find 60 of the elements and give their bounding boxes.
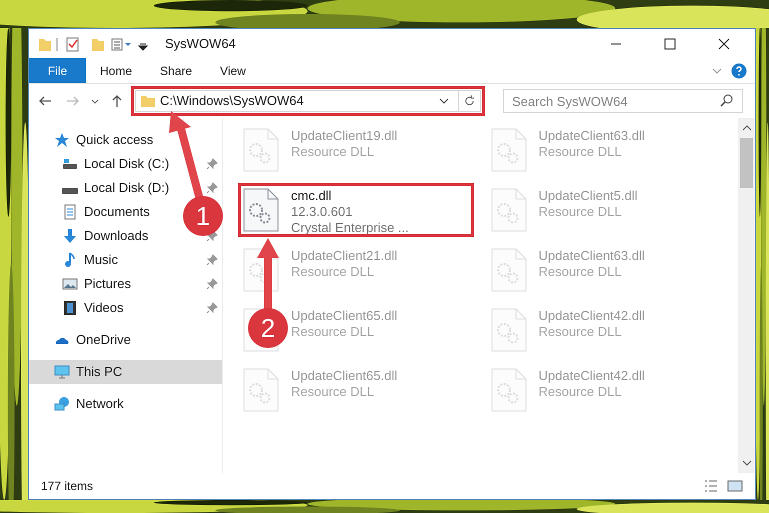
file-detail: Resource DLL [538, 264, 623, 280]
drive-icon [62, 188, 78, 194]
help-icon[interactable] [731, 62, 747, 78]
down-arrow-icon [62, 228, 78, 244]
document-icon [62, 204, 78, 220]
file-name[interactable]: cmc.dll [291, 188, 409, 204]
file-detail: Resource DLL [538, 144, 623, 160]
gear-file-icon [243, 368, 279, 412]
picture-icon [62, 276, 78, 292]
gear-file-icon [490, 308, 526, 352]
file-detail: Resource DLL [291, 264, 376, 280]
gear-file-icon [490, 368, 526, 412]
gear-file-icon [490, 188, 526, 232]
gear-file-icon [243, 128, 279, 172]
pin-icon[interactable] [206, 278, 218, 290]
folder-icon [140, 93, 156, 109]
star-icon [54, 132, 70, 148]
gear-file-icon [490, 128, 526, 172]
file-detail: Resource DLL [538, 324, 623, 340]
file-detail: Resource DLL [538, 384, 623, 400]
nav-item[interactable]: This PC [29, 360, 222, 384]
nav-item[interactable]: Network [29, 392, 222, 416]
file-detail: Resource DLL [538, 204, 623, 220]
file-detail: 12.3.0.601 [291, 204, 354, 220]
item-count: 177 items [41, 478, 94, 495]
ribbon-tab[interactable]: Home [86, 58, 146, 83]
pin-icon[interactable] [206, 302, 218, 314]
search-icon[interactable] [719, 93, 735, 109]
search-field[interactable]: Search SysWOW64 [503, 89, 743, 113]
nav-item[interactable]: Downloads [62, 224, 148, 248]
monitor-icon [54, 364, 70, 380]
file-detail: Resource DLL [291, 384, 376, 400]
file-detail: Resource DLL [291, 324, 376, 340]
nav-item[interactable]: Local Disk (C:) [62, 152, 170, 176]
thumbnail-view-icon[interactable] [727, 478, 743, 494]
ribbon-tab[interactable]: Share [146, 58, 206, 83]
file-tab[interactable]: File [29, 58, 86, 83]
nav-item[interactable]: Documents [62, 200, 150, 224]
pin-icon[interactable] [206, 254, 218, 266]
gear-file-icon [490, 248, 526, 292]
network-icon [54, 396, 70, 412]
nav-item[interactable]: Music [62, 248, 118, 272]
file-detail: Resource DLL [291, 144, 376, 160]
gear-file-icon [243, 188, 279, 232]
file-detail: Crystal Enterprise ... [291, 220, 409, 236]
film-icon [62, 300, 78, 316]
nav-item[interactable]: Local Disk (D:) [62, 176, 170, 200]
drive-icon [62, 156, 78, 172]
nav-item[interactable]: Quick access [29, 128, 222, 152]
scroll-thumb[interactable] [740, 138, 753, 188]
details-view-icon[interactable] [703, 478, 719, 494]
window-title: SysWOW64 [165, 34, 236, 53]
nav-item[interactable]: Videos [62, 296, 124, 320]
nav-item[interactable]: OneDrive [29, 328, 222, 352]
nav-item[interactable]: Pictures [62, 272, 131, 296]
ribbon-tab[interactable]: View [206, 58, 260, 83]
address-path: C:\Windows\SysWOW64 [160, 92, 304, 110]
pin-icon[interactable] [206, 182, 218, 194]
pin-icon[interactable] [206, 158, 218, 170]
scrollbar[interactable] [738, 118, 755, 473]
